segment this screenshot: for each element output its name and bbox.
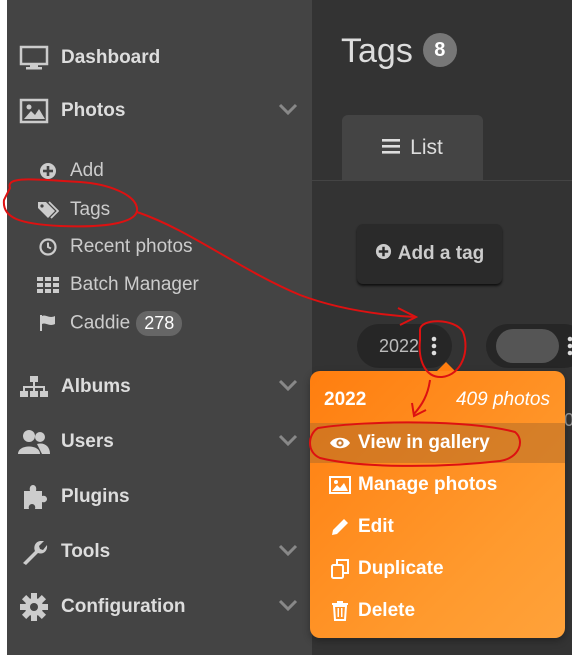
nav-dashboard[interactable]: Dashboard	[7, 38, 312, 78]
chevron-down-icon[interactable]	[277, 541, 299, 563]
page-title-text: Tags	[341, 32, 413, 70]
plus-circle-icon	[375, 243, 392, 266]
users-icon	[17, 429, 51, 455]
monitor-icon	[17, 45, 51, 71]
gear-icon	[17, 593, 51, 621]
list-icon	[382, 136, 401, 160]
menu-photo-count: 409 photos	[455, 389, 550, 410]
nav-dashboard-label: Dashboard	[61, 47, 161, 68]
tag-count-badge: 8	[422, 33, 457, 68]
nav-configuration-label: Configuration	[61, 596, 186, 617]
sidebar-item-add-label: Add	[70, 160, 104, 181]
nav-albums[interactable]: Albums	[7, 367, 312, 407]
menu-item-view-in-gallery[interactable]: View in gallery	[310, 423, 565, 463]
pencil-icon	[328, 518, 352, 536]
more-options-icon[interactable]	[430, 336, 438, 361]
nav-configuration[interactable]: Configuration	[7, 587, 312, 627]
clock-icon	[37, 238, 59, 256]
menu-item-delete[interactable]: Delete	[310, 591, 565, 631]
menu-tag-name: 2022	[324, 389, 367, 410]
add-tag-button[interactable]: Add a tag	[357, 224, 502, 284]
nav-photos-label: Photos	[61, 100, 126, 121]
menu-item-duplicate-label: Duplicate	[358, 558, 444, 579]
sidebar-item-recent-label: Recent photos	[70, 236, 193, 257]
menu-item-manage-photos[interactable]: Manage photos	[310, 465, 565, 505]
chevron-down-icon[interactable]	[277, 596, 299, 618]
wrench-icon	[17, 538, 51, 566]
tab-list[interactable]: List	[342, 115, 483, 181]
nav-plugins-label: Plugins	[61, 486, 130, 507]
menu-header: 2022 409 photos	[324, 389, 550, 411]
sidebar: Dashboard Photos Add Tags Recent photos …	[7, 0, 312, 655]
nav-photos[interactable]: Photos	[7, 91, 312, 131]
menu-item-edit[interactable]: Edit	[310, 507, 565, 547]
caddie-text: Caddie	[70, 312, 131, 334]
sidebar-item-batch-label: Batch Manager	[70, 274, 199, 295]
tag-name: 2022	[379, 335, 420, 356]
tag-item[interactable]	[486, 324, 572, 368]
flag-icon	[37, 314, 59, 332]
eye-icon	[328, 436, 352, 450]
trash-icon	[328, 601, 352, 621]
menu-item-duplicate[interactable]: Duplicate	[310, 549, 565, 589]
more-options-icon[interactable]	[566, 336, 572, 361]
tags-icon	[37, 201, 59, 219]
puzzle-icon	[17, 484, 51, 510]
chevron-down-icon[interactable]	[277, 376, 299, 398]
image-icon	[17, 98, 51, 124]
nav-plugins[interactable]: Plugins	[7, 477, 312, 517]
nav-users-label: Users	[61, 431, 114, 452]
tab-list-label: List	[410, 136, 443, 159]
sitemap-icon	[17, 375, 51, 399]
chevron-down-icon[interactable]	[277, 100, 299, 122]
copy-icon	[328, 559, 352, 579]
caddie-count-badge: 278	[136, 310, 183, 336]
image-icon	[328, 476, 352, 494]
menu-item-view-label: View in gallery	[358, 432, 490, 453]
add-tag-label: Add a tag	[397, 243, 485, 264]
sidebar-item-caddie-label: Caddie 278	[70, 310, 183, 336]
menu-item-delete-label: Delete	[358, 600, 416, 621]
sidebar-item-tags-label: Tags	[70, 199, 111, 220]
tab-divider	[312, 180, 572, 181]
menu-arrow	[437, 362, 455, 371]
menu-item-edit-label: Edit	[358, 516, 394, 537]
partial-text: 0	[564, 410, 572, 430]
plus-circle-icon	[37, 162, 59, 180]
nav-albums-label: Albums	[61, 376, 131, 397]
tag-name-placeholder	[496, 329, 559, 363]
menu-item-manage-label: Manage photos	[358, 474, 498, 495]
page-title: Tags 8	[341, 32, 457, 71]
chevron-down-icon[interactable]	[277, 431, 299, 453]
nav-users[interactable]: Users	[7, 422, 312, 462]
nav-tools-label: Tools	[61, 541, 111, 562]
nav-tools[interactable]: Tools	[7, 532, 312, 572]
grid-icon	[37, 277, 59, 293]
tag-options-menu: 2022 409 photos View in gallery Manage p…	[310, 362, 565, 638]
